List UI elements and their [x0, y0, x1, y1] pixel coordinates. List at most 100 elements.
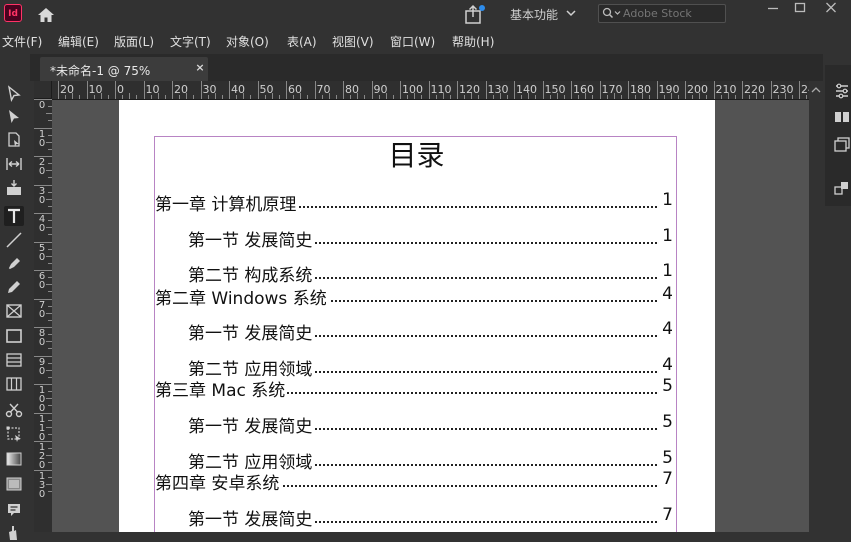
toc-section-entry: 第二节 应用领域 5 [155, 448, 673, 473]
toc-page-number: 5 [659, 376, 673, 396]
rectangle-tool-icon[interactable] [4, 326, 24, 346]
toc-page-number: 1 [659, 190, 673, 210]
toc-section-entry: 第一节 发展简史 1 [155, 226, 673, 251]
ruler-label: 140 [516, 83, 537, 96]
close-tab-icon[interactable]: × [195, 62, 205, 74]
ruler-label: 130 [487, 83, 509, 96]
grid-icon[interactable] [4, 374, 24, 394]
vertical-ruler[interactable]: 0102030405060708090100110120130 [34, 99, 53, 532]
menu-window[interactable]: 窗口(W) [390, 33, 435, 50]
ruler-minor-tick [193, 95, 195, 99]
ruler-major-tick [571, 81, 572, 99]
ruler-origin[interactable] [34, 81, 52, 99]
right-panel-dock-2 [825, 170, 851, 206]
pages-icon[interactable] [833, 108, 851, 126]
horizontal-ruler[interactable]: 20 10 0 10 20 30 40 50 60 70 80 90 100 110 120 130 140 15… [52, 81, 822, 100]
scissors-icon[interactable] [4, 400, 24, 420]
ruler-minor-tick [392, 95, 394, 99]
ruler-minor-tick [364, 95, 366, 99]
ruler-label: 120 [459, 83, 480, 96]
ruler-minor-tick [278, 95, 280, 99]
menu-layout[interactable]: 版面(L) [114, 33, 154, 50]
menu-table[interactable]: 表(A) [287, 33, 317, 50]
ruler-major-tick [457, 81, 458, 99]
chevron-down-icon[interactable] [566, 9, 576, 17]
toc-chapter-entry: 第一章 计算机原理 1 [155, 190, 673, 215]
ruler-label: 100 [402, 83, 423, 96]
pencil-tool-icon[interactable] [4, 277, 24, 297]
layers-icon[interactable] [833, 135, 851, 153]
ruler-minor-tick [221, 95, 223, 99]
minimize-icon[interactable] [760, 0, 786, 16]
toc-entry-label: 第二章 Windows 系统 [155, 284, 329, 309]
chevron-up-icon[interactable] [809, 81, 823, 99]
indesign-logo: Id [4, 4, 22, 22]
ruler-label: 220 [744, 83, 765, 96]
properties-icon[interactable] [833, 82, 851, 100]
ruler-label: 0 [38, 280, 46, 291]
home-icon[interactable] [36, 5, 56, 25]
menu-type[interactable]: 文字(T) [170, 33, 211, 50]
pen-tool-icon[interactable] [4, 254, 24, 274]
ruler-label: 80 [345, 83, 359, 96]
selection-arrow-icon[interactable] [4, 107, 24, 127]
menu-view[interactable]: 视图(V) [332, 33, 374, 50]
ruler-major-tick [599, 81, 601, 99]
gradient-swatch-icon[interactable] [4, 449, 24, 469]
toc-chapter-entry: 第三章 Mac 系统 5 [155, 376, 673, 401]
ruler-label: 70 [316, 83, 331, 96]
ruler-label: 150 [544, 83, 566, 96]
toc-text-frame[interactable]: 目录 第一章 计算机原理 1 第一节 发展简史 1 第二节 构成系统 1 第二章 Windo… [154, 136, 677, 532]
maximize-icon[interactable] [787, 0, 813, 16]
ruler-label: 230 [772, 83, 794, 96]
line-tool-icon[interactable] [4, 230, 24, 250]
ruler-major-tick [428, 81, 430, 99]
rectangle-frame-icon[interactable] [4, 301, 24, 321]
hand-tool-icon[interactable] [4, 522, 24, 542]
ruler-minor-tick [307, 95, 309, 99]
menu-help[interactable]: 帮助(H) [452, 33, 494, 50]
pasteboard[interactable]: 目录 第一章 计算机原理 1 第一节 发展简史 1 第二节 构成系统 1 第二章 Windo… [52, 100, 809, 532]
menu-object[interactable]: 对象(O) [226, 33, 269, 50]
links-icon[interactable] [833, 179, 851, 197]
ruler-major-tick [485, 81, 487, 99]
ruler-major-tick [514, 81, 515, 99]
workspace-switcher[interactable]: 基本功能 [510, 6, 558, 23]
toc-page-number: 4 [659, 319, 673, 339]
toc-page-number: 1 [659, 261, 673, 281]
page-tool-icon[interactable] [4, 130, 24, 150]
ruler-major-tick [799, 81, 800, 99]
note-icon[interactable] [4, 500, 24, 520]
gradient-feather-icon[interactable] [4, 474, 24, 494]
toc-page-number: 1 [659, 226, 673, 246]
ruler-major-tick [257, 81, 259, 99]
ruler-label: 0 [38, 166, 46, 177]
direct-arrow-icon[interactable] [4, 84, 24, 104]
document-page[interactable]: 目录 第一章 计算机原理 1 第一节 发展简史 1 第二节 构成系统 1 第二章 Windo… [119, 100, 715, 532]
ruler-minor-tick [164, 95, 166, 99]
toc-entry-label: 第一节 发展简史 [188, 226, 315, 251]
menu-file[interactable]: 文件(F) [2, 33, 42, 50]
document-tab[interactable]: *未命名-1 @ 75% × [40, 57, 208, 81]
ruler-label: 110 [430, 83, 452, 96]
ruler-label: 0 [38, 223, 46, 234]
menu-edit[interactable]: 编辑(E) [58, 33, 99, 50]
ruler-major-tick [200, 81, 202, 99]
ruler-label: 20 [60, 83, 74, 96]
ruler-label: 170 [601, 83, 623, 96]
type-tool-icon[interactable] [4, 206, 24, 226]
ruler-major-tick [542, 81, 544, 99]
toc-entry-label: 第一节 发展简史 [188, 412, 315, 437]
scroll-up-area[interactable] [809, 81, 823, 99]
close-window-icon[interactable] [818, 0, 844, 16]
gap-tool-icon[interactable] [4, 154, 24, 174]
ruler-label: 0 [38, 488, 46, 500]
table-icon[interactable] [4, 350, 24, 370]
free-transform-icon[interactable] [4, 424, 24, 444]
share-icon[interactable] [462, 3, 488, 25]
ruler-label: 0 [38, 194, 46, 206]
ruler-label: 210 [715, 83, 737, 96]
menu-bar: 文件(F) 编辑(E) 版面(L) 文字(T) 对象(O) 表(A) 视图(V)… [0, 30, 851, 52]
content-collector-icon[interactable] [4, 178, 24, 198]
ruler-major-tick [115, 81, 116, 99]
